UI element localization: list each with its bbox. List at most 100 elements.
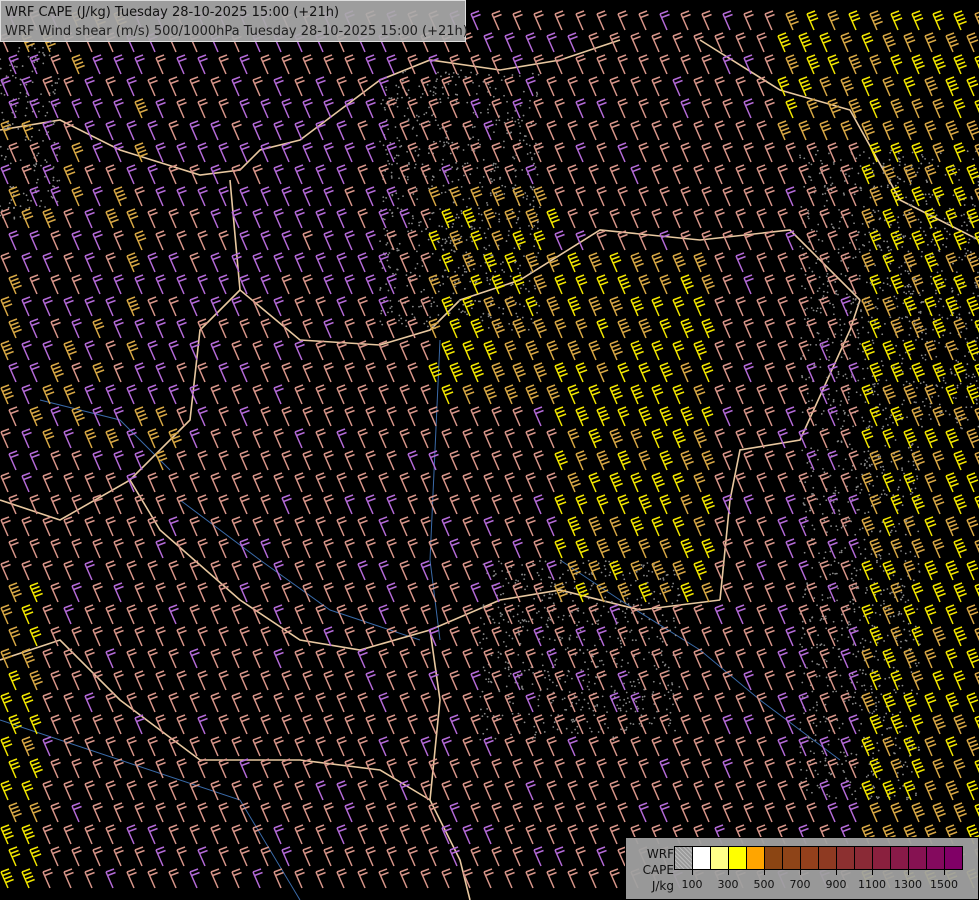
wind-barb-icon: [932, 54, 946, 75]
stipple-dot: [524, 588, 526, 591]
wind-barb-icon: [281, 54, 292, 75]
stipple-dot: [837, 251, 840, 254]
wind-barb-icon: [399, 472, 410, 493]
stipple-dot: [944, 278, 947, 281]
wind-barb-icon: [911, 362, 925, 383]
stipple-dot: [880, 693, 883, 696]
wind-barb-icon: [105, 868, 116, 889]
wind-barb-icon: [651, 32, 662, 53]
wind-barb-icon: [869, 142, 882, 163]
wind-barb-icon: [932, 670, 945, 691]
stipple-dot: [466, 313, 469, 316]
stipple-dot: [894, 439, 897, 441]
wind-barb-icon: [491, 538, 502, 559]
legend-tick-mark: [764, 869, 765, 875]
stipple-dot: [588, 573, 591, 576]
stipple-dot: [401, 322, 403, 325]
stipple-dot: [871, 670, 874, 673]
legend-ticks: 100 300 500 700 900 1100 1300 1500: [674, 869, 964, 897]
wind-barb-icon: [378, 76, 389, 97]
stipple-dot: [531, 158, 533, 161]
stipple-dot: [933, 318, 935, 321]
wind-barb-icon: [714, 208, 725, 229]
wind-barb-icon: [735, 472, 746, 493]
stipple-dot: [877, 382, 879, 385]
stipple-dot: [901, 246, 904, 248]
wind-barb-icon: [218, 362, 229, 383]
wind-barb-icon: [869, 362, 883, 383]
wind-barb-icon: [546, 164, 557, 185]
stipple-dot: [917, 661, 920, 664]
wind-barb-icon: [651, 76, 662, 97]
stipple-dot: [437, 71, 439, 74]
wind-barb-icon: [848, 54, 862, 75]
wind-barb-icon: [336, 648, 347, 669]
stipple-dot: [885, 712, 888, 715]
stipple-dot: [859, 342, 861, 345]
stipple-dot: [517, 217, 520, 219]
wind-barb-icon: [554, 186, 565, 207]
wind-barb-icon: [29, 714, 42, 735]
stipple-dot: [897, 486, 900, 489]
wind-barb-icon: [491, 274, 505, 295]
wind-barb-icon: [483, 428, 494, 449]
wind-barb-icon: [966, 32, 979, 53]
wind-barb-icon: [323, 758, 334, 779]
stipple-dot: [565, 727, 568, 730]
wind-barb-icon: [575, 802, 586, 823]
stipple-dot: [899, 479, 902, 482]
wind-barb-icon: [92, 230, 103, 251]
wind-barb-icon: [50, 54, 61, 75]
stipple-dot: [889, 284, 892, 287]
wind-barb-icon: [974, 583, 979, 598]
wind-barb-icon: [756, 384, 767, 405]
stipple-dot: [592, 582, 595, 585]
wind-barb-icon: [596, 538, 610, 559]
wind-barb-icon: [113, 538, 124, 559]
wind-barb-icon: [911, 582, 924, 603]
stipple-dot: [819, 575, 822, 578]
stipple-dot: [471, 228, 473, 231]
wind-barb-icon: [588, 472, 601, 493]
stipple-dot: [533, 162, 535, 165]
stipple-dot: [480, 708, 482, 711]
stipple-dot: [36, 60, 39, 62]
stipple-dot: [811, 524, 814, 527]
stipple-dot: [497, 606, 500, 609]
wind-barb-icon: [252, 516, 263, 537]
wind-barb-icon: [155, 54, 166, 75]
wind-barb-icon: [113, 846, 124, 867]
wind-barb-icon: [176, 758, 187, 779]
wind-barb-icon: [357, 384, 368, 405]
stipple-dot: [919, 382, 922, 385]
stipple-dot: [34, 189, 37, 192]
wind-barb-icon: [483, 208, 496, 229]
stipple-dot: [48, 100, 51, 103]
wind-barb-icon: [155, 230, 166, 251]
wind-barb-icon: [840, 32, 853, 53]
stipple-dot: [874, 321, 876, 323]
wind-barb-icon: [197, 714, 208, 735]
wind-barb-icon: [449, 450, 460, 471]
wind-barb-icon: [903, 560, 916, 581]
wind-barb-icon: [483, 472, 494, 493]
stipple-dot: [887, 424, 889, 426]
stipple-dot: [653, 590, 656, 593]
wind-barb-icon: [197, 186, 208, 207]
wind-barb-icon: [735, 120, 746, 141]
wind-barb-icon: [924, 692, 937, 713]
stipple-dot: [835, 572, 838, 575]
wind-barb-icon: [92, 582, 103, 603]
wind-barb-icon: [281, 142, 292, 163]
stipple-dot: [807, 209, 809, 212]
stipple-dot: [799, 643, 802, 646]
stipple-dot: [872, 752, 875, 755]
stipple-dot: [450, 249, 453, 252]
stipple-dot: [803, 525, 805, 528]
wind-barb-icon: [483, 692, 494, 713]
stipple-dot: [665, 574, 668, 577]
wind-barb-icon: [155, 318, 166, 339]
wind-barb-icon: [84, 780, 95, 801]
wind-barb-icon: [659, 582, 672, 603]
wind-barb-icon: [609, 164, 620, 185]
